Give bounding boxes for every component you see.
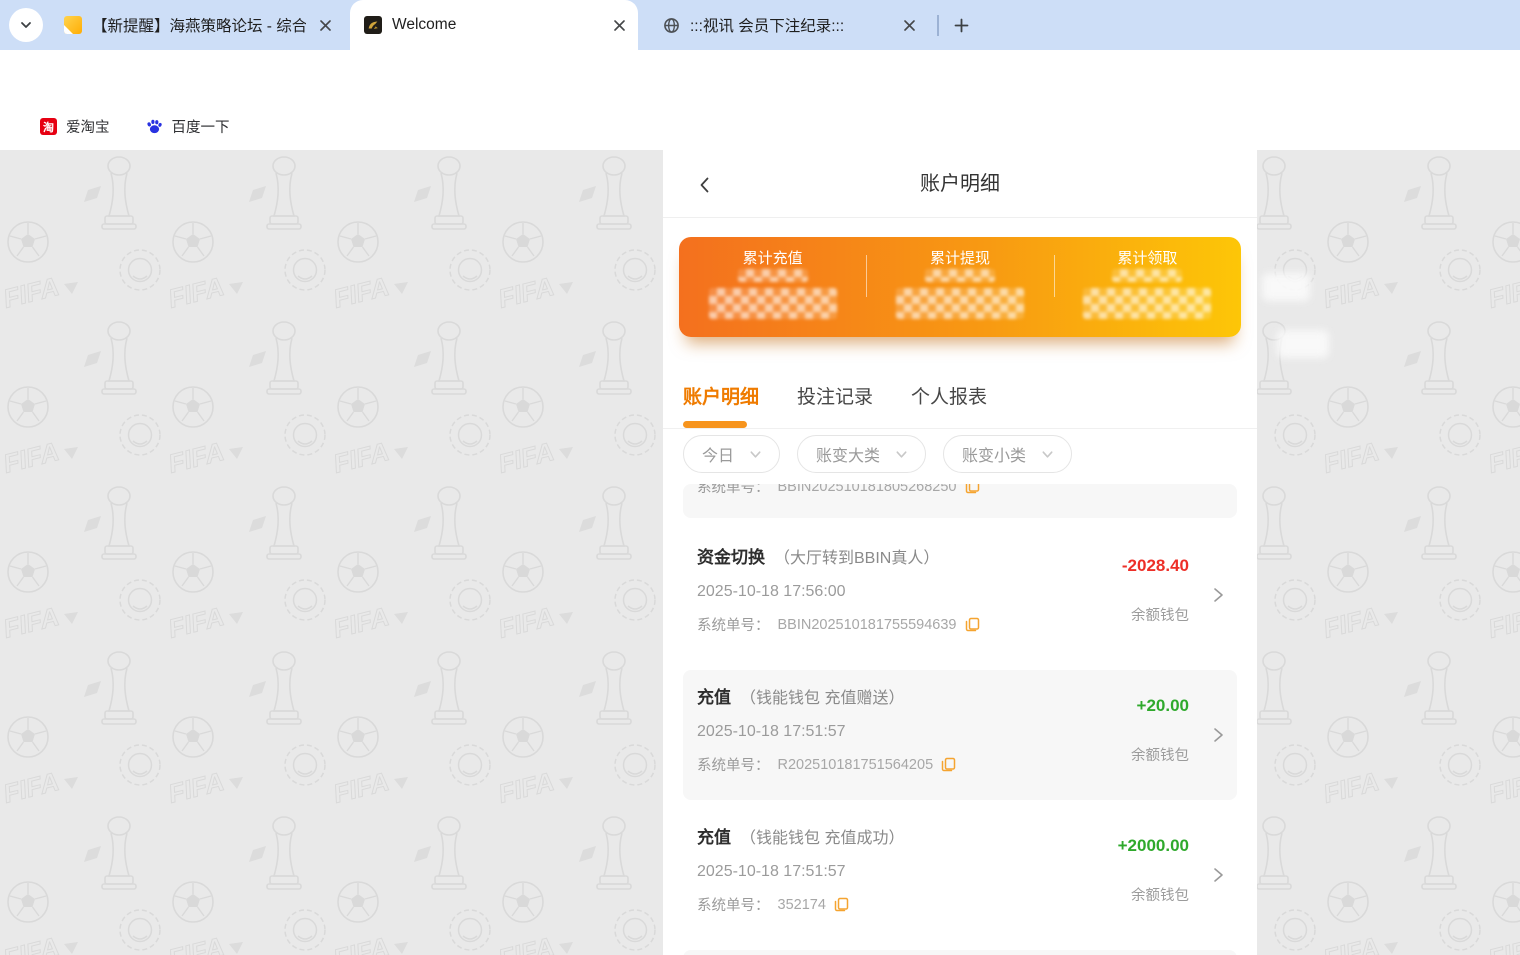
- summary-total-bonus: 累计领取: [1054, 237, 1241, 337]
- tab-divider: [937, 15, 939, 36]
- record-time: 2025-10-18 17:51:57: [697, 723, 1223, 741]
- bookmark-baidu[interactable]: 百度一下: [146, 116, 230, 137]
- minor-category-dropdown[interactable]: 账变小类: [943, 435, 1072, 473]
- baidu-paw-icon: [146, 118, 163, 135]
- order-number-row: 系统单号： BBIN202510181805268250: [697, 484, 1223, 497]
- record-amount: -2028.40: [1122, 556, 1189, 576]
- transaction-list[interactable]: 系统单号： BBIN202510181805268250 资金切换 （大厅转到BB…: [663, 484, 1257, 955]
- chevron-down-icon: [1040, 447, 1055, 462]
- chevron-down-icon: [894, 447, 909, 462]
- major-category-dropdown[interactable]: 账变大类: [797, 435, 926, 473]
- page-title: 账户明细: [663, 150, 1257, 218]
- list-item[interactable]: 充值（钱能钱包 充值成功） 2025-10-18 17:51:57 系统单号： …: [683, 810, 1237, 940]
- panel-header: 账户明细: [663, 150, 1257, 218]
- summary-card: 累计充值 累计提现 累计领取: [679, 237, 1241, 337]
- active-tab-underline: [683, 421, 747, 428]
- order-prefix: 系统单号：: [697, 614, 770, 635]
- bookmark-taobao[interactable]: 淘 爱淘宝: [40, 116, 110, 137]
- new-tab-button[interactable]: [948, 12, 974, 38]
- censored-value: [1112, 269, 1182, 282]
- tab-account-detail[interactable]: 账户明细: [683, 382, 759, 409]
- record-amount: +2000.00: [1118, 836, 1189, 856]
- browser-tab-records[interactable]: :::视讯 会员下注纪录:::: [648, 0, 928, 50]
- record-wallet: 余额钱包: [1131, 604, 1189, 625]
- censored-value: [738, 269, 808, 282]
- list-item[interactable]: 资金切换 （大厅转到BBIN真人） 2025-10-18 17:56:00 系统单…: [683, 530, 1237, 660]
- close-icon[interactable]: [316, 16, 334, 34]
- order-number: 352174: [778, 897, 826, 913]
- bookmarks-bar: 淘 爱淘宝 百度一下: [0, 103, 1520, 150]
- order-prefix: 系统单号：: [697, 484, 770, 497]
- summary-label: 累计提现: [930, 250, 990, 268]
- record-wallet: 余额钱包: [1131, 884, 1189, 905]
- browser-tab-forum[interactable]: 【新提醒】海燕策略论坛 - 综合: [50, 0, 344, 50]
- chevron-down-icon: [18, 17, 34, 33]
- censor-smudge: [1262, 273, 1310, 301]
- note-icon: [64, 16, 82, 34]
- copy-icon[interactable]: [965, 617, 980, 632]
- taobao-icon: 淘: [40, 118, 57, 135]
- browser-tab-welcome[interactable]: Welcome: [350, 0, 638, 50]
- list-item-bottom-peek[interactable]: [683, 950, 1237, 955]
- filter-label: 今日: [702, 442, 734, 466]
- record-time: 2025-10-18 17:56:00: [697, 583, 1223, 601]
- order-number: R202510181751564205: [778, 757, 934, 773]
- record-time: 2025-10-18 17:51:57: [697, 863, 1223, 881]
- tab-title: :::视讯 会员下注纪录:::: [690, 14, 890, 36]
- date-filter-dropdown[interactable]: 今日: [683, 435, 780, 473]
- censor-smudge: [1277, 330, 1329, 358]
- copy-icon[interactable]: [941, 757, 956, 772]
- order-number: BBIN202510181755594639: [778, 617, 957, 633]
- censored-value: [1083, 288, 1211, 319]
- tab-search-button[interactable]: [9, 8, 43, 42]
- account-detail-panel: 账户明细 累计充值 累计提现 累计领取 账户明细 投注记录 个人报表: [663, 150, 1257, 955]
- record-type: 充值: [697, 828, 731, 847]
- filter-label: 账变大类: [816, 442, 880, 466]
- tab-title: 【新提醒】海燕策略论坛 - 综合: [92, 14, 306, 36]
- record-detail: （钱能钱包 充值成功）: [740, 830, 904, 847]
- order-number: BBIN202510181805268250: [778, 484, 957, 495]
- report-tabs: 账户明细 投注记录 个人报表: [663, 362, 1257, 429]
- tab-personal-report[interactable]: 个人报表: [911, 382, 987, 409]
- record-type: 资金切换: [697, 548, 765, 567]
- chevron-right-icon: [1209, 866, 1227, 884]
- bookmark-label: 百度一下: [172, 116, 230, 137]
- record-detail: （钱能钱包 充值赠送）: [740, 690, 904, 707]
- bookmark-label: 爱淘宝: [66, 116, 110, 137]
- summary-label: 累计领取: [1117, 250, 1177, 268]
- gold-emblem-icon: [364, 16, 382, 34]
- chevron-right-icon: [1209, 726, 1227, 744]
- censored-value: [709, 288, 837, 319]
- copy-icon[interactable]: [965, 484, 980, 494]
- browser-toolbar: 175616.cc/reports/index: [0, 50, 1520, 103]
- order-prefix: 系统单号：: [697, 894, 770, 915]
- plus-icon: [954, 18, 969, 33]
- list-item-partial[interactable]: 系统单号： BBIN202510181805268250: [683, 484, 1237, 518]
- tab-title: Welcome: [392, 16, 600, 34]
- tab-strip: 【新提醒】海燕策略论坛 - 综合 Welcome :::视讯 会员下注纪录:::: [0, 0, 1520, 50]
- record-type: 充值: [697, 688, 731, 707]
- page-background: FIFA 账户明细: [0, 150, 1520, 955]
- summary-total-deposit: 累计充值: [679, 237, 866, 337]
- summary-label: 累计充值: [743, 250, 803, 268]
- censored-value: [896, 288, 1024, 319]
- filter-row: 今日 账变大类 账变小类: [663, 429, 1257, 484]
- globe-icon: [662, 16, 680, 34]
- record-detail: （大厅转到BBIN真人）: [774, 550, 939, 567]
- chevron-right-icon: [1209, 586, 1227, 604]
- summary-total-withdraw: 累计提现: [866, 237, 1053, 337]
- order-prefix: 系统单号：: [697, 754, 770, 775]
- chevron-down-icon: [748, 447, 763, 462]
- record-wallet: 余额钱包: [1131, 744, 1189, 765]
- record-amount: +20.00: [1137, 696, 1189, 716]
- copy-icon[interactable]: [834, 897, 849, 912]
- tab-bet-records[interactable]: 投注记录: [797, 382, 873, 409]
- close-icon[interactable]: [900, 16, 918, 34]
- close-icon[interactable]: [610, 16, 628, 34]
- list-item[interactable]: 充值（钱能钱包 充值赠送） 2025-10-18 17:51:57 系统单号： …: [683, 670, 1237, 800]
- censored-value: [925, 269, 995, 282]
- filter-label: 账变小类: [962, 442, 1026, 466]
